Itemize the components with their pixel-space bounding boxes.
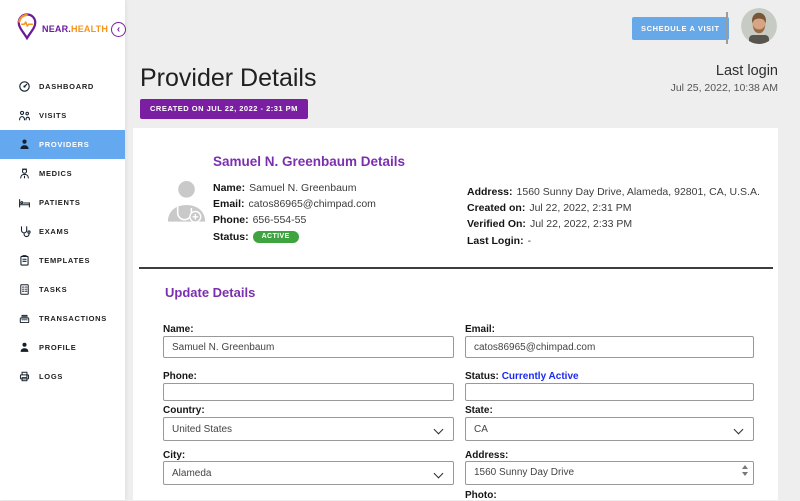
sidebar-item-label: LOGS: [39, 372, 63, 381]
sidebar-item-dashboard[interactable]: DASHBOARD: [0, 72, 125, 101]
sidebar-item-profile[interactable]: PROFILE: [0, 333, 125, 362]
sidebar-item-label: PROFILE: [39, 343, 76, 352]
sidebar-item-tasks[interactable]: TASKS: [0, 275, 125, 304]
state-field-label: State:: [465, 405, 493, 416]
email-field-label: Email:: [465, 324, 495, 335]
photo-field-label: Photo:: [465, 490, 497, 501]
sidebar-item-transactions[interactable]: TRANSACTIONS: [0, 304, 125, 333]
country-select[interactable]: United States: [163, 417, 454, 441]
city-select[interactable]: Alameda: [163, 461, 454, 485]
chevron-down-icon: [734, 425, 744, 435]
textarea-spinner-icon[interactable]: [742, 465, 750, 481]
name-input[interactable]: [163, 336, 454, 358]
sidebar-item-label: EXAMS: [39, 227, 69, 236]
sidebar-item-label: TASKS: [39, 285, 67, 294]
status-input[interactable]: [465, 383, 754, 401]
brand-name-primary: NEAR.: [42, 24, 71, 34]
email-input[interactable]: [465, 336, 754, 358]
sidebar-item-label: TEMPLATES: [39, 256, 90, 265]
sidebar-item-label: TRANSACTIONS: [39, 314, 107, 323]
sidebar-item-label: PROVIDERS: [39, 140, 89, 149]
last-login-label: Last login: [671, 63, 778, 79]
form-column-right: Email: Status: Currently Active State: C…: [465, 128, 754, 500]
state-select[interactable]: CA: [465, 417, 754, 441]
sidebar-item-exams[interactable]: EXAMS: [0, 217, 125, 246]
sidebar-collapse-button[interactable]: ‹: [111, 22, 126, 37]
brand-logo-icon: [15, 13, 39, 45]
status-label-text: Status:: [465, 371, 499, 382]
form-column-left: Name: Phone: Country: United States City…: [163, 128, 454, 500]
providers-icon: [17, 138, 31, 152]
status-currently-active-link[interactable]: Currently Active: [502, 371, 579, 382]
phone-field-label: Phone:: [163, 371, 197, 382]
sidebar-item-visits[interactable]: VISITS: [0, 101, 125, 130]
page-title: Provider Details: [140, 64, 316, 93]
exams-icon: [17, 225, 31, 239]
logs-icon: [17, 370, 31, 384]
chevron-down-icon: [434, 425, 444, 435]
status-field-label: Status: Currently Active: [465, 371, 579, 382]
user-avatar[interactable]: [741, 8, 777, 44]
country-field-label: Country:: [163, 405, 205, 416]
schedule-visit-button[interactable]: SCHEDULE A VISIT: [632, 17, 729, 40]
tasks-icon: [17, 283, 31, 297]
sidebar-item-label: DASHBOARD: [39, 82, 94, 91]
sidebar-item-providers[interactable]: PROVIDERS: [0, 130, 125, 159]
last-login: Last login Jul 25, 2022, 10:38 AM: [671, 63, 778, 94]
state-select-value: CA: [474, 424, 488, 435]
city-select-value: Alameda: [172, 468, 211, 479]
sidebar-item-label: MEDICS: [39, 169, 72, 178]
country-select-value: United States: [172, 424, 232, 435]
provider-details-card: Samuel N. Greenbaum Details Name:Samuel …: [133, 128, 778, 500]
brand-name: NEAR.HEALTH: [42, 24, 108, 34]
sidebar-nav: DASHBOARD VISITS PROVIDERS MEDICS PATIEN…: [0, 72, 125, 391]
templates-icon: [17, 254, 31, 268]
medics-icon: [17, 167, 31, 181]
dashboard-icon: [17, 80, 31, 94]
brand-name-secondary: HEALTH: [71, 24, 108, 34]
sidebar-item-medics[interactable]: MEDICS: [0, 159, 125, 188]
chevron-down-icon: [434, 469, 444, 479]
sidebar-item-templates[interactable]: TEMPLATES: [0, 246, 125, 275]
sidebar-item-label: PATIENTS: [39, 198, 81, 207]
transactions-icon: [17, 312, 31, 326]
sidebar-item-logs[interactable]: LOGS: [0, 362, 125, 391]
city-field-label: City:: [163, 450, 185, 461]
phone-input[interactable]: [163, 383, 454, 401]
sidebar-item-patients[interactable]: PATIENTS: [0, 188, 125, 217]
sidebar: NEAR.HEALTH ‹ DASHBOARD VISITS PROVIDERS…: [0, 0, 125, 500]
logo-row: NEAR.HEALTH ‹: [0, 0, 125, 45]
visits-icon: [17, 109, 31, 123]
sidebar-item-label: VISITS: [39, 111, 67, 120]
profile-icon: [17, 341, 31, 355]
address-textarea[interactable]: 1560 Sunny Day Drive: [465, 461, 754, 485]
name-field-label: Name:: [163, 324, 194, 335]
address-field-label: Address:: [465, 450, 508, 461]
header-divider: [726, 12, 728, 44]
patients-icon: [17, 196, 31, 210]
last-login-value: Jul 25, 2022, 10:38 AM: [671, 82, 778, 94]
created-on-badge: CREATED ON JUL 22, 2022 - 2:31 PM: [140, 99, 308, 119]
